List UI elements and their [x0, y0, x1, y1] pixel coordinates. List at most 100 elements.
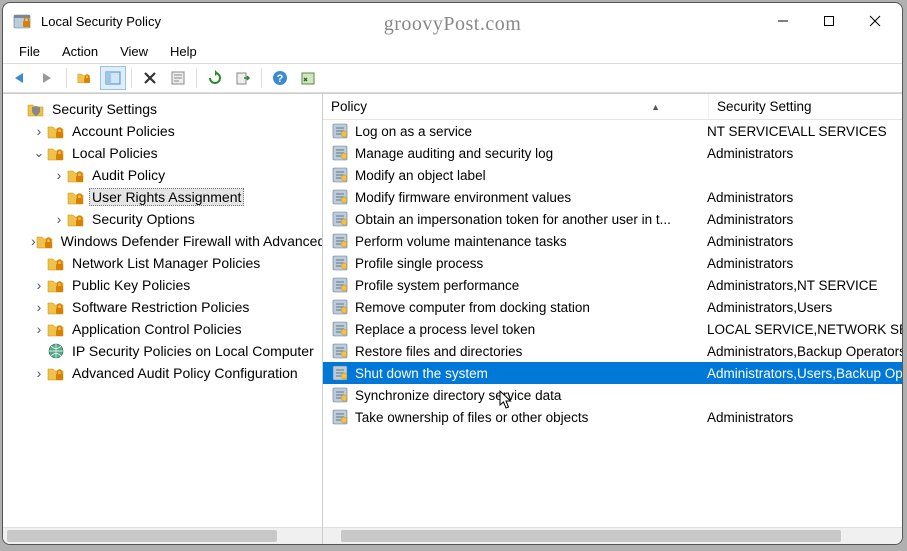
policy-setting: Administrators — [707, 212, 903, 227]
tree-local-policies[interactable]: Local Policies — [7, 142, 322, 164]
sort-asc-icon: ▲ — [651, 102, 660, 112]
app-window: Local Security Policy groovyPost.com Fil… — [2, 2, 903, 545]
scrollbar-thumb[interactable] — [7, 530, 277, 542]
policy-name: Take ownership of files or other objects — [355, 410, 707, 425]
chevron-right-icon[interactable] — [31, 299, 47, 315]
policy-name: Modify firmware environment values — [355, 190, 707, 205]
policy-name: Profile system performance — [355, 278, 707, 293]
chevron-right-icon[interactable] — [31, 123, 47, 139]
tree-firewall[interactable]: Windows Defender Firewall with Advanced … — [7, 230, 322, 252]
menu-help[interactable]: Help — [160, 42, 207, 61]
policy-row[interactable]: Profile single processAdministrators — [323, 252, 903, 274]
title-bar[interactable]: Local Security Policy groovyPost.com — [3, 3, 902, 39]
folder-icon — [47, 298, 65, 316]
policy-setting: Administrators — [707, 256, 903, 271]
folder-icon — [67, 166, 85, 184]
list-hscrollbar[interactable] — [323, 527, 903, 544]
tree-pane: Security Settings Account Policies Local… — [3, 94, 323, 544]
tree-user-rights-assignment[interactable]: User Rights Assignment — [7, 186, 322, 208]
policy-row[interactable]: Remove computer from docking stationAdmi… — [323, 296, 903, 318]
back-button[interactable] — [7, 66, 33, 90]
window-title: Local Security Policy — [41, 14, 161, 29]
policy-row[interactable]: Log on as a serviceNT SERVICE\ALL SERVIC… — [323, 120, 903, 142]
delete-button[interactable] — [137, 66, 163, 90]
policy-icon — [331, 210, 349, 228]
toolbar: ? — [3, 63, 902, 93]
folder-icon — [36, 232, 54, 250]
export-button[interactable] — [230, 66, 256, 90]
refresh-button[interactable] — [202, 66, 228, 90]
folder-icon — [47, 320, 65, 338]
policy-icon — [331, 408, 349, 426]
chevron-right-icon[interactable] — [31, 365, 47, 381]
folder-icon — [47, 254, 65, 272]
properties-button[interactable] — [165, 66, 191, 90]
policy-icon — [331, 122, 349, 140]
policy-row[interactable]: Synchronize directory service data — [323, 384, 903, 406]
policy-row[interactable]: Perform volume maintenance tasksAdminist… — [323, 230, 903, 252]
policy-name: Obtain an impersonation token for anothe… — [355, 212, 707, 227]
policy-setting: Administrators,NT SERVICE — [707, 278, 903, 293]
policy-name: Manage auditing and security log — [355, 146, 707, 161]
tree-ipsec[interactable]: IP Security Policies on Local Computer — [7, 340, 322, 362]
help-button[interactable]: ? — [267, 66, 293, 90]
policy-setting: Administrators — [707, 234, 903, 249]
tree[interactable]: Security Settings Account Policies Local… — [3, 94, 322, 527]
policy-row[interactable]: Replace a process level tokenLOCAL SERVI… — [323, 318, 903, 340]
policy-setting: Administrators,Users — [707, 300, 903, 315]
policy-setting: NT SERVICE\ALL SERVICES — [707, 124, 903, 139]
close-button[interactable] — [852, 5, 898, 37]
column-header-setting[interactable]: Security Setting — [709, 94, 903, 119]
policy-name: Shut down the system — [355, 366, 707, 381]
folder-icon — [47, 122, 65, 140]
forward-button[interactable] — [35, 66, 61, 90]
tree-audit-policy[interactable]: Audit Policy — [7, 164, 322, 186]
policy-icon — [331, 188, 349, 206]
chevron-right-icon[interactable] — [51, 167, 67, 183]
list-pane: Policy ▲ Security Setting Log on as a se… — [323, 94, 903, 544]
show-tree-button[interactable] — [100, 66, 126, 90]
tree-network-list[interactable]: Network List Manager Policies — [7, 252, 322, 274]
chevron-right-icon[interactable] — [31, 277, 47, 293]
policy-row[interactable]: Shut down the systemAdministrators,Users… — [323, 362, 903, 384]
tree-security-options[interactable]: Security Options — [7, 208, 322, 230]
menu-action[interactable]: Action — [52, 42, 108, 61]
folder-icon — [47, 364, 65, 382]
chevron-right-icon[interactable] — [31, 321, 47, 337]
folder-icon — [67, 188, 85, 206]
tree-public-key[interactable]: Public Key Policies — [7, 274, 322, 296]
chevron-down-icon[interactable] — [31, 145, 47, 161]
policy-icon — [331, 166, 349, 184]
menu-file[interactable]: File — [9, 42, 50, 61]
column-header-policy[interactable]: Policy ▲ — [323, 94, 709, 119]
policy-row[interactable]: Modify an object label — [323, 164, 903, 186]
menu-view[interactable]: View — [110, 42, 158, 61]
scrollbar-thumb[interactable] — [341, 530, 841, 542]
policy-row[interactable]: Take ownership of files or other objects… — [323, 406, 903, 428]
policy-row[interactable]: Modify firmware environment valuesAdmini… — [323, 186, 903, 208]
options-button[interactable] — [295, 66, 321, 90]
policy-name: Modify an object label — [355, 168, 707, 183]
tree-account-policies[interactable]: Account Policies — [7, 120, 322, 142]
up-button[interactable] — [72, 66, 98, 90]
tree-app-control[interactable]: Application Control Policies — [7, 318, 322, 340]
policy-row[interactable]: Manage auditing and security logAdminist… — [323, 142, 903, 164]
maximize-button[interactable] — [806, 5, 852, 37]
policy-row[interactable]: Restore files and directoriesAdministrat… — [323, 340, 903, 362]
tree-hscrollbar[interactable] — [3, 527, 322, 544]
tree-root[interactable]: Security Settings — [7, 98, 322, 120]
minimize-button[interactable] — [760, 5, 806, 37]
policy-icon — [331, 364, 349, 382]
policy-row[interactable]: Obtain an impersonation token for anothe… — [323, 208, 903, 230]
list-header: Policy ▲ Security Setting — [323, 94, 903, 120]
policy-row[interactable]: Profile system performanceAdministrators… — [323, 274, 903, 296]
policy-list[interactable]: Log on as a serviceNT SERVICE\ALL SERVIC… — [323, 120, 903, 527]
folder-icon — [47, 276, 65, 294]
policy-name: Replace a process level token — [355, 322, 707, 337]
policy-setting: Administrators,Backup Operators — [707, 344, 903, 359]
tree-software-restriction[interactable]: Software Restriction Policies — [7, 296, 322, 318]
chevron-right-icon[interactable] — [51, 211, 67, 227]
tree-advanced-audit[interactable]: Advanced Audit Policy Configuration — [7, 362, 322, 384]
policy-icon — [331, 386, 349, 404]
policy-icon — [331, 144, 349, 162]
